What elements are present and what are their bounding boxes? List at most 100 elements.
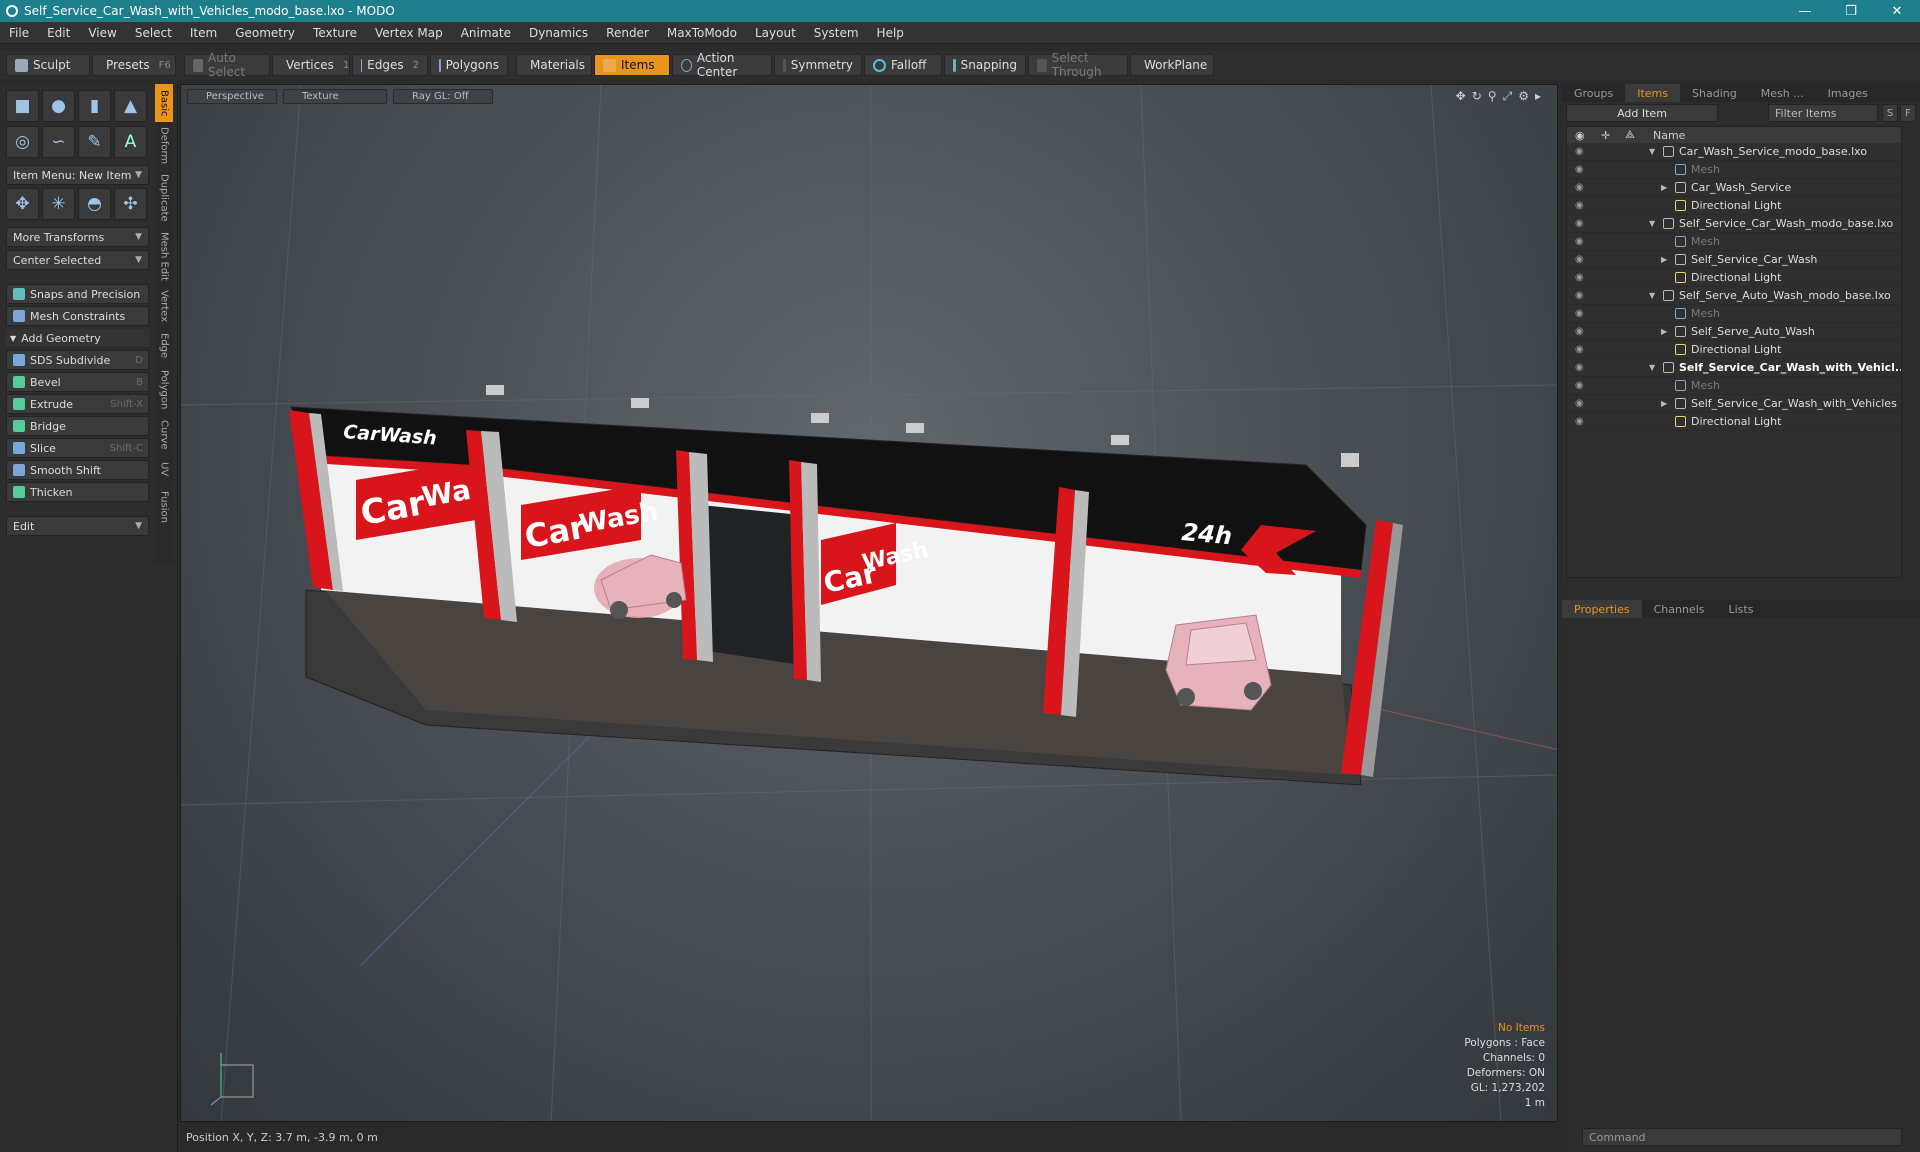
action-center-button[interactable]: Action Center — [672, 51, 772, 79]
tree-row[interactable]: ◉ Mesh — [1567, 305, 1901, 323]
workplane-button[interactable]: WorkPlane — [1130, 54, 1214, 76]
menu-item[interactable]: Item — [181, 26, 226, 40]
symmetry-button[interactable]: Symmetry — [774, 54, 862, 76]
falloff-button[interactable]: Falloff — [864, 54, 942, 76]
texture-dropdown[interactable]: Texture — [283, 89, 387, 104]
edit-dropdown[interactable]: Edit ▼ — [6, 516, 149, 536]
minimize-button[interactable]: — — [1782, 4, 1828, 19]
filter-f-button[interactable]: F — [1900, 104, 1916, 122]
vertices-button[interactable]: Vertices 1 — [272, 54, 350, 76]
visibility-eye-icon[interactable]: ◉ — [1575, 326, 1584, 337]
cone-icon[interactable]: ▲ — [114, 90, 147, 122]
vtab-basic[interactable]: Basic — [155, 84, 173, 122]
vtab-vertex[interactable]: Vertex — [155, 286, 173, 326]
tree-row[interactable]: ◉ ▶ Self_Serve_Auto_Wash — [1567, 323, 1901, 341]
tree-row[interactable]: ◉ Directional Light — [1567, 269, 1901, 287]
tree-row[interactable]: ◉ ▶ Car_Wash_Service — [1567, 179, 1901, 197]
orbit-icon[interactable]: ↻ — [1472, 89, 1482, 104]
cube-icon[interactable]: ■ — [6, 90, 39, 122]
visibility-eye-icon[interactable]: ◉ — [1575, 416, 1584, 427]
menu-animate[interactable]: Animate — [452, 26, 520, 40]
menu-system[interactable]: System — [805, 26, 868, 40]
extrude-button[interactable]: Extrude Shift-X — [6, 394, 149, 414]
tree-row[interactable]: ◉ Mesh — [1567, 377, 1901, 395]
expand-down-icon[interactable]: ▼ — [1649, 291, 1655, 300]
rotate-icon[interactable]: ✳ — [42, 188, 75, 220]
filter-items-input[interactable]: Filter Items — [1768, 104, 1878, 122]
tab-properties[interactable]: Properties — [1562, 600, 1642, 618]
add-geometry-section[interactable]: ▼ Add Geometry — [6, 329, 149, 347]
expand-down-icon[interactable]: ▼ — [1649, 219, 1655, 228]
more-transforms-dropdown[interactable]: More Transforms ▼ — [6, 227, 149, 247]
tree-row[interactable]: ◉ ▼ Self_Service_Car_Wash_with_Vehicl... — [1567, 359, 1901, 377]
tree-row[interactable]: ◉ Mesh — [1567, 233, 1901, 251]
menu-file[interactable]: File — [0, 26, 38, 40]
tree-row[interactable]: ◉ Mesh — [1567, 161, 1901, 179]
menu-texture[interactable]: Texture — [304, 26, 366, 40]
expand-down-icon[interactable]: ▼ — [1649, 363, 1655, 372]
center-selected-dropdown[interactable]: Center Selected ▼ — [6, 250, 149, 270]
bridge-button[interactable]: Bridge — [6, 416, 149, 436]
tree-row[interactable]: ◉ ▶ Self_Service_Car_Wash — [1567, 251, 1901, 269]
visibility-eye-icon[interactable]: ◉ — [1575, 362, 1584, 373]
thicken-button[interactable]: Thicken — [6, 482, 149, 502]
tree-row[interactable]: ◉ ▶ Self_Service_Car_Wash_with_Vehicles — [1567, 395, 1901, 413]
tab-shading[interactable]: Shading — [1680, 84, 1749, 102]
torus-icon[interactable]: ◎ — [6, 126, 39, 158]
menu-maxtomodo[interactable]: MaxToModo — [658, 26, 746, 40]
menu-layout[interactable]: Layout — [746, 26, 805, 40]
visibility-eye-icon[interactable]: ◉ — [1575, 254, 1584, 265]
tree-row[interactable]: ◉ Directional Light — [1567, 197, 1901, 215]
snaps-precision-button[interactable]: Snaps and Precision — [6, 284, 149, 304]
menu-vertex-map[interactable]: Vertex Map — [366, 26, 452, 40]
expand-right-icon[interactable]: ▶ — [1661, 255, 1667, 264]
menu-edit[interactable]: Edit — [38, 26, 79, 40]
scale-icon[interactable]: ◓ — [78, 188, 111, 220]
items-button[interactable]: Items — [594, 54, 670, 76]
visibility-eye-icon[interactable]: ◉ — [1575, 182, 1584, 193]
visibility-eye-icon[interactable]: ◉ — [1575, 308, 1584, 319]
expand-down-icon[interactable]: ▼ — [1649, 147, 1655, 156]
tab-mesh[interactable]: Mesh ... — [1749, 84, 1816, 102]
tab-images[interactable]: Images — [1816, 84, 1880, 102]
edges-button[interactable]: Edges 2 — [352, 54, 428, 76]
move-icon[interactable]: ✥ — [6, 188, 39, 220]
viewport-menu-icon[interactable]: ▸ — [1535, 89, 1541, 104]
auto-select-button[interactable]: Auto Select — [184, 51, 270, 79]
slice-button[interactable]: Slice Shift-C — [6, 438, 149, 458]
filter-s-button[interactable]: S — [1882, 104, 1898, 122]
tab-groups[interactable]: Groups — [1562, 84, 1625, 102]
snapping-button[interactable]: Snapping — [944, 54, 1026, 76]
materials-button[interactable]: Materials — [516, 54, 592, 76]
cylinder-icon[interactable]: ▮ — [78, 90, 111, 122]
vtab-fusion[interactable]: Fusion — [155, 484, 173, 530]
vtab-duplicate[interactable]: Duplicate — [155, 170, 173, 226]
tree-row[interactable]: ◉ ▼ Self_Service_Car_Wash_modo_base.lxo — [1567, 215, 1901, 233]
viewport-settings-icon[interactable]: ⚙ — [1518, 89, 1529, 104]
vtab-deform[interactable]: Deform — [155, 124, 173, 168]
tree-row[interactable]: ◉ Directional Light — [1567, 341, 1901, 359]
visibility-eye-icon[interactable]: ◉ — [1575, 146, 1584, 157]
menu-render[interactable]: Render — [597, 26, 658, 40]
visibility-eye-icon[interactable]: ◉ — [1575, 272, 1584, 283]
visibility-eye-icon[interactable]: ◉ — [1575, 398, 1584, 409]
raygl-dropdown[interactable]: Ray GL: Off — [393, 89, 493, 104]
visibility-eye-icon[interactable]: ◉ — [1575, 200, 1584, 211]
sds-subdivide-button[interactable]: SDS Subdivide D — [6, 350, 149, 370]
menu-select[interactable]: Select — [126, 26, 181, 40]
tab-lists[interactable]: Lists — [1717, 600, 1766, 618]
zoom-icon[interactable]: ⚲ — [1488, 89, 1497, 104]
expand-right-icon[interactable]: ▶ — [1661, 183, 1667, 192]
tab-channels[interactable]: Channels — [1642, 600, 1717, 618]
select-through-button[interactable]: Select Through — [1028, 51, 1128, 79]
visibility-eye-icon[interactable]: ◉ — [1575, 380, 1584, 391]
menu-dynamics[interactable]: Dynamics — [520, 26, 597, 40]
maximize-icon[interactable]: ⤢ — [1503, 89, 1513, 104]
expand-right-icon[interactable]: ▶ — [1661, 327, 1667, 336]
vtab-uv[interactable]: UV — [155, 456, 173, 482]
tree-row[interactable]: ◉ ▼ Self_Serve_Auto_Wash_modo_base.lxo — [1567, 287, 1901, 305]
restore-button[interactable]: ❐ — [1828, 4, 1874, 19]
command-input[interactable]: Command — [1582, 1128, 1902, 1146]
pan-icon[interactable]: ✥ — [1456, 89, 1466, 104]
visibility-eye-icon[interactable]: ◉ — [1575, 290, 1584, 301]
